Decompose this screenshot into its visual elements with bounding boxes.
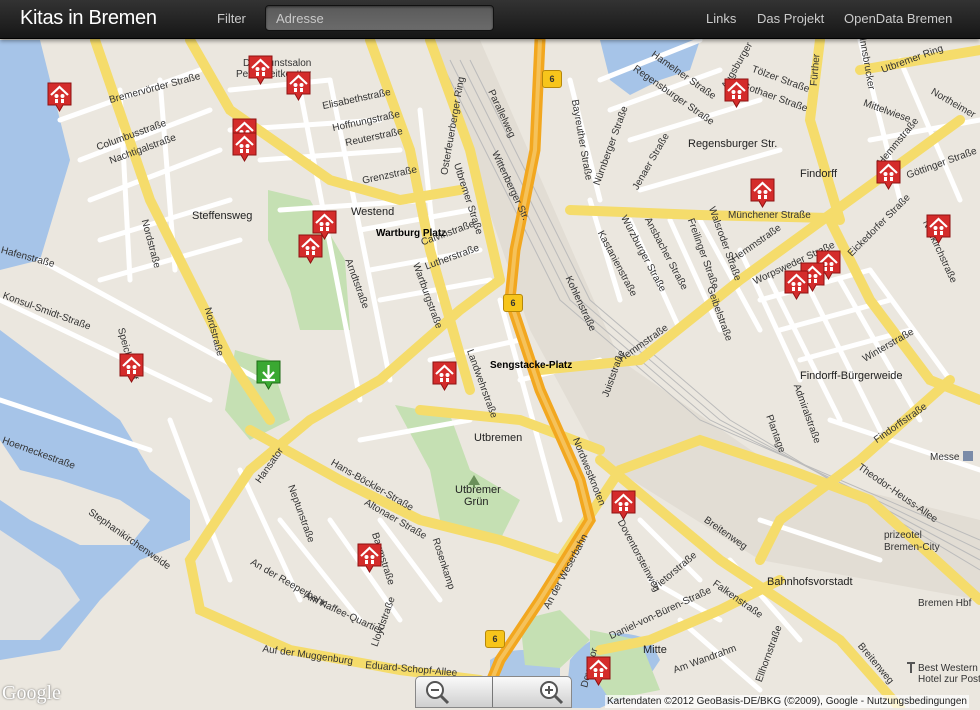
kita-marker[interactable] [956,38,980,60]
kita-marker[interactable] [357,543,382,611]
hotel-icon [907,662,915,673]
map-label: Steffensweg [192,210,253,222]
zoom-control [415,676,572,708]
kita-marker-icon [750,178,775,208]
map-canvas[interactable]: 6 6 6 Der Kunstsalon Petra Heitkoetter B… [0,38,980,708]
kita-marker[interactable] [232,132,257,200]
exhibition-icon [963,451,973,461]
kita-marker[interactable] [722,38,747,60]
kita-marker[interactable] [119,353,144,421]
kita-marker[interactable] [432,361,457,429]
map-label: Sengstacke-Platz [490,360,573,371]
kita-marker-icon [432,361,457,391]
zoom-out-icon [426,681,450,705]
map-label: Hotel zur Post [918,674,980,685]
address-search-input[interactable] [265,5,494,31]
map-label: prizeotel [884,530,922,541]
kita-marker[interactable] [750,178,775,246]
nav-links[interactable]: Links [706,11,736,27]
map-label: Bahnhofsvorstadt [767,576,853,588]
kita-marker[interactable] [298,234,323,302]
map-label: Messe [930,452,960,463]
map-attribution[interactable]: Kartendaten ©2012 GeoBasis-DE/BKG (©2009… [605,695,969,708]
kita-marker-icon [611,490,636,520]
map-label: Findorff-Bürgerweide [800,370,903,382]
kita-marker[interactable] [724,78,749,146]
kita-marker[interactable] [47,82,72,150]
kita-marker-icon [357,543,382,573]
map-label: Mitte [643,644,667,656]
kita-marker-icon [298,234,323,264]
map-label: Bremen-City [884,542,940,553]
map-label: Grün [464,496,489,508]
kita-marker[interactable] [611,490,636,558]
kita-marker[interactable] [286,71,311,139]
google-logo[interactable]: Google [2,682,61,705]
park-tree-icon [468,475,480,488]
map-label: Westend [351,206,395,218]
kita-marker[interactable] [876,160,901,228]
app-title[interactable]: Kitas in Bremen [20,6,157,30]
filter-link[interactable]: Filter [217,11,246,27]
zoom-in-icon [540,681,564,705]
map-label: Findorff [800,168,838,180]
kita-marker-icon [248,55,273,85]
kita-marker[interactable] [926,214,951,282]
kita-marker-icon [47,82,72,112]
road-shield: 6 [485,630,505,648]
kita-marker[interactable] [784,270,809,338]
kita-marker-icon [926,214,951,244]
kita-marker-icon [119,353,144,383]
map-label: Utbremen [474,432,523,444]
road-shield: 6 [542,70,562,88]
zoom-out-button[interactable] [424,679,452,705]
current-location-marker[interactable] [256,360,281,428]
zoom-in-button[interactable] [538,679,566,705]
kita-marker-icon [724,78,749,108]
road-shield: 6 [503,294,523,312]
kita-marker-icon [784,270,809,300]
map-label: Bremen Hbf [918,598,972,609]
top-navbar: Kitas in Bremen Filter Links Das Projekt… [0,0,980,39]
kita-marker-icon [286,71,311,101]
nav-das-projekt[interactable]: Das Projekt [757,11,824,27]
kita-marker-icon [876,160,901,190]
download-arrow-icon [256,360,281,390]
kita-marker-icon [586,656,611,686]
nav-opendata-bremen[interactable]: OpenData Bremen [844,11,952,27]
kita-marker-icon [232,132,257,162]
zoom-divider [492,677,493,707]
